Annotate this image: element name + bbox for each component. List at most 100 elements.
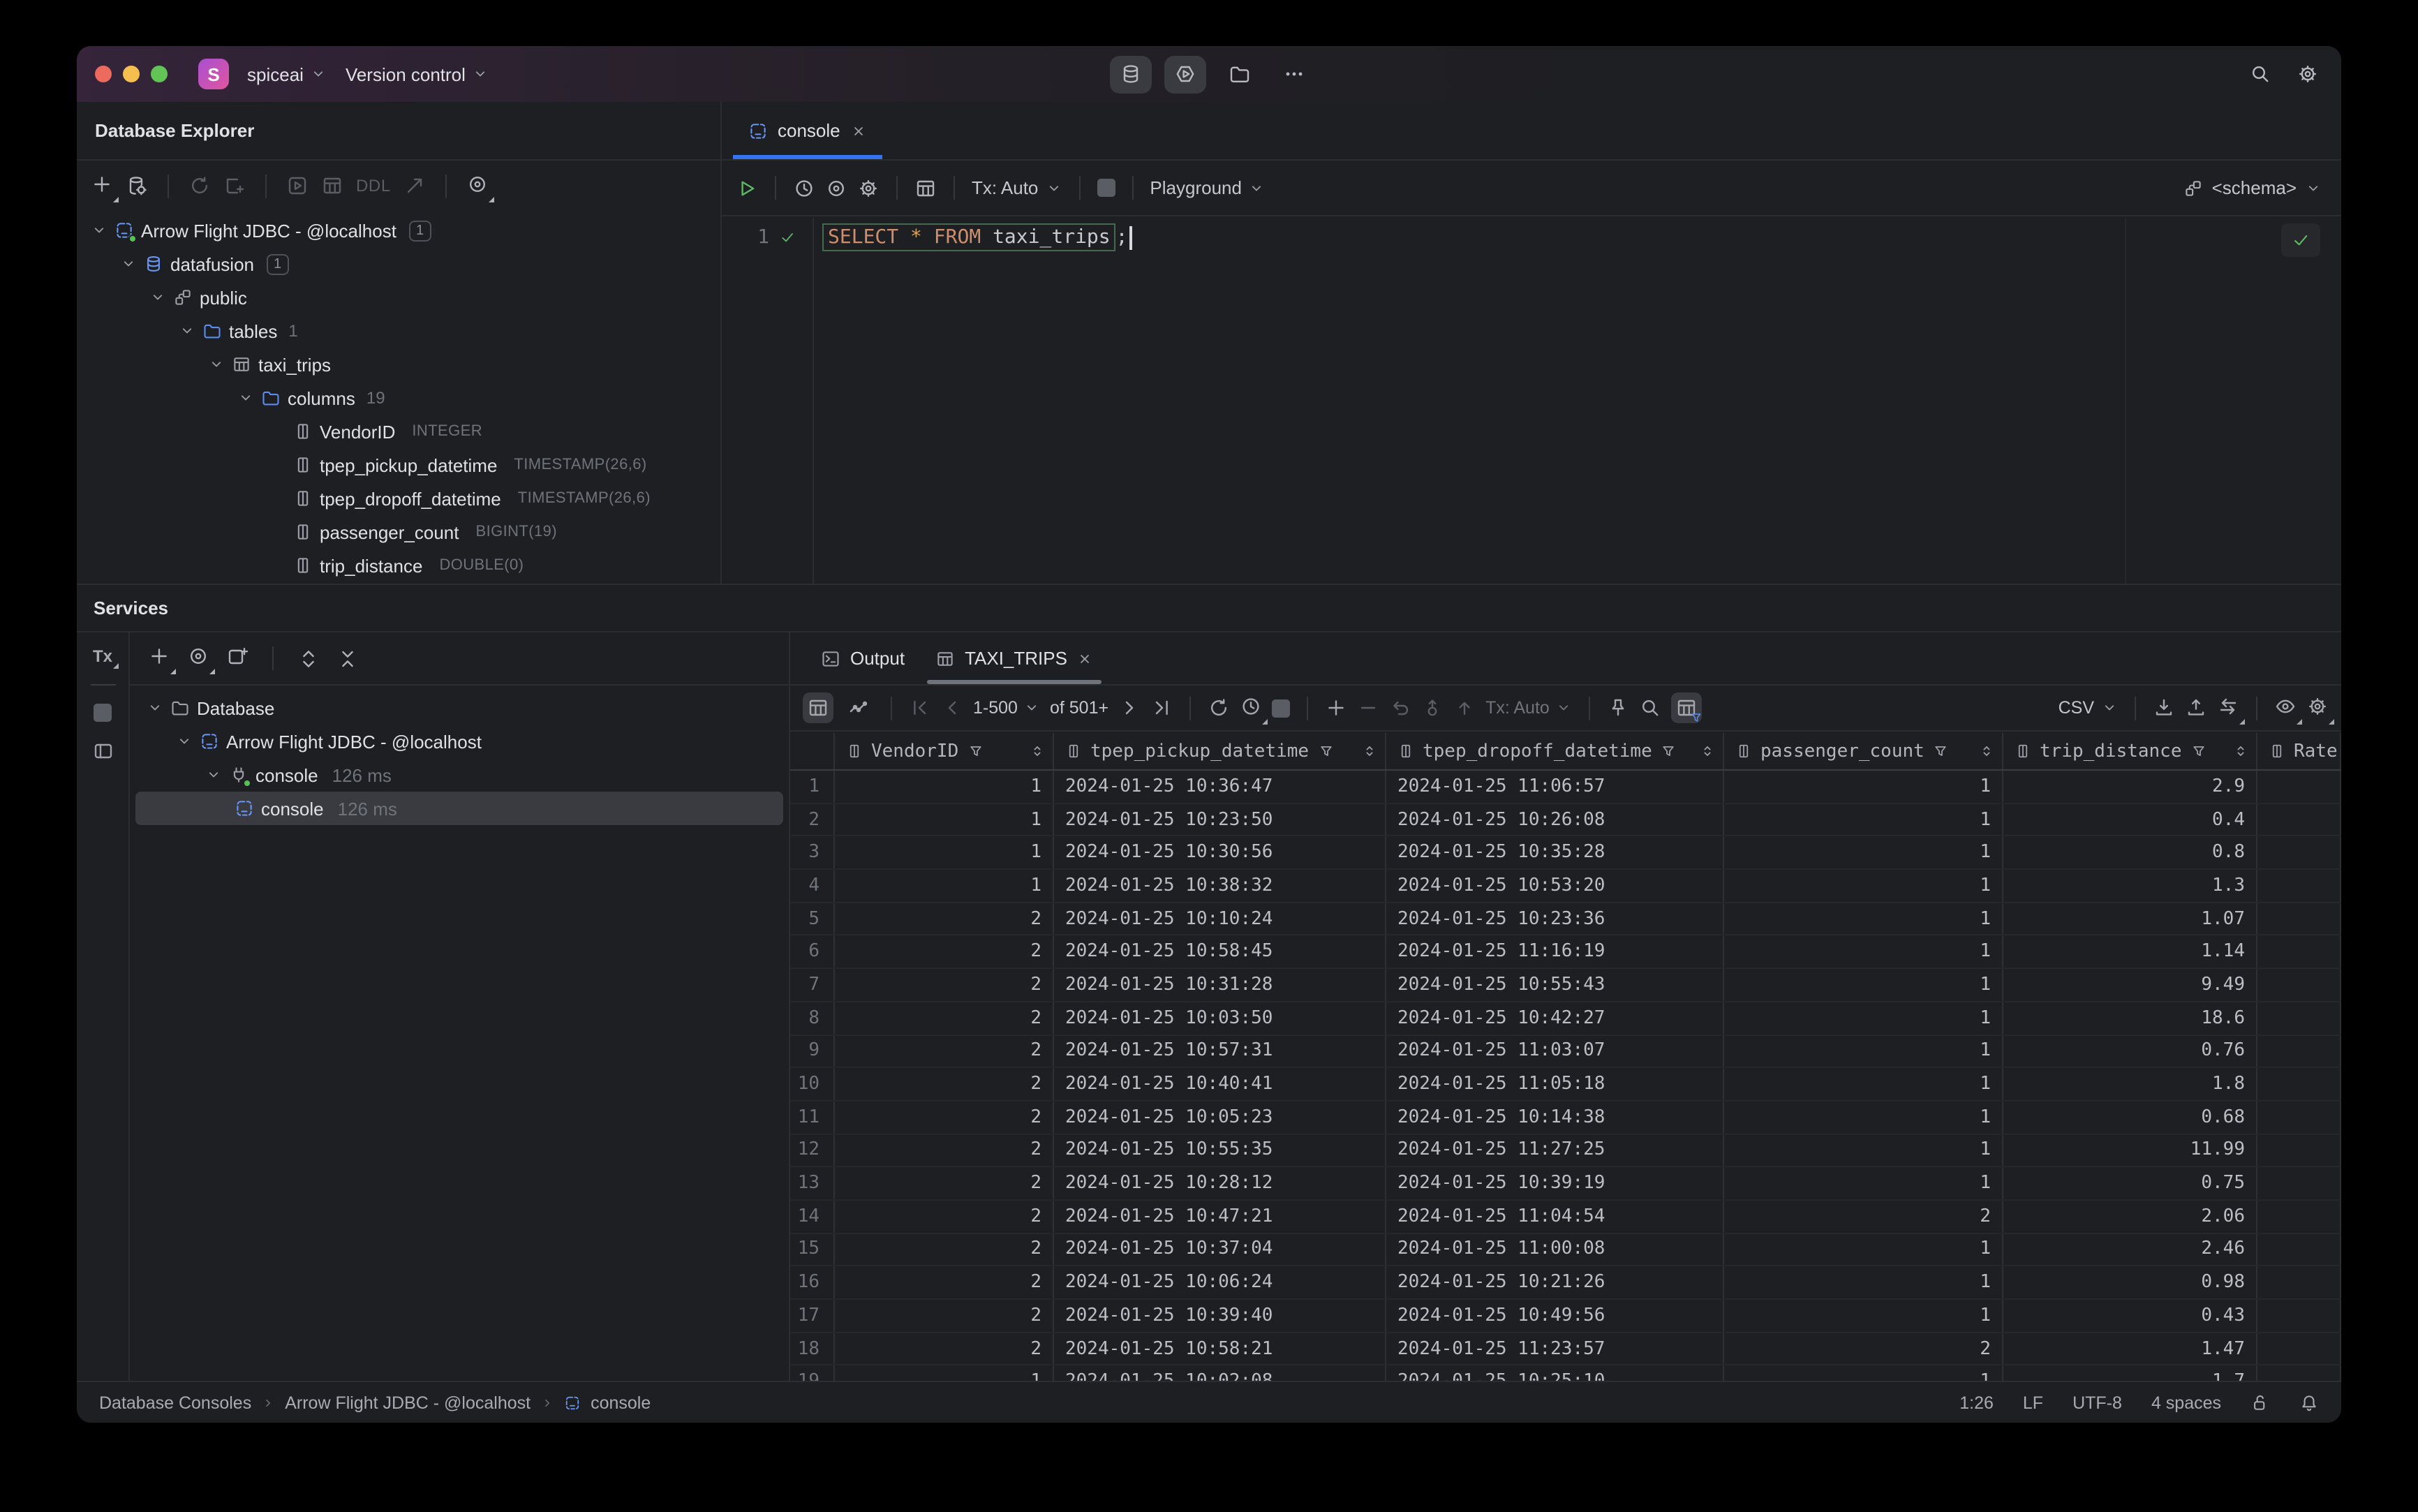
console-settings-icon[interactable] [857, 177, 880, 199]
chevron-down-icon[interactable] [176, 733, 193, 750]
tree-item-column-vendorid[interactable]: VendorID INTEGER [77, 415, 720, 448]
tree-item-column-passenger[interactable]: passenger_count BIGINT(19) [77, 515, 720, 549]
row-number[interactable]: 5 [790, 903, 835, 935]
table-row[interactable]: 19 1 2024-01-25 10:02:08 2024-01-25 10:2… [790, 1365, 2341, 1381]
settings-gear-icon[interactable] [2297, 63, 2319, 85]
cell-pickup-datetime[interactable]: 2024-01-25 10:55:35 [1054, 1134, 1386, 1166]
filter-funnel-icon[interactable] [1661, 743, 1677, 759]
cell-pickup-datetime[interactable]: 2024-01-25 10:36:47 [1054, 771, 1386, 803]
cell-dropoff-datetime[interactable]: 2024-01-25 10:53:20 [1386, 870, 1724, 902]
find-icon[interactable] [1639, 697, 1661, 719]
sort-icon[interactable] [1361, 743, 1378, 759]
table-row[interactable]: 6 2 2024-01-25 10:58:45 2024-01-25 11:16… [790, 935, 2341, 970]
cell-trip-distance[interactable]: 1.14 [2003, 935, 2257, 968]
tab-console[interactable]: console [733, 102, 882, 159]
cell-pickup-datetime[interactable]: 2024-01-25 10:05:23 [1054, 1101, 1386, 1134]
cell-vendorid[interactable]: 1 [835, 803, 1054, 836]
cell-rate[interactable] [2257, 1333, 2341, 1365]
table-row[interactable]: 16 2 2024-01-25 10:06:24 2024-01-25 10:2… [790, 1266, 2341, 1300]
code-editor[interactable]: 1 SELECT * FROM taxi_trips; [722, 218, 2341, 584]
next-page-icon[interactable] [1118, 697, 1141, 719]
indent-setting[interactable]: 4 spaces [2151, 1393, 2221, 1412]
cell-vendorid[interactable]: 2 [835, 1101, 1054, 1134]
cell-pickup-datetime[interactable]: 2024-01-25 10:58:21 [1054, 1333, 1386, 1365]
cell-trip-distance[interactable]: 0.4 [2003, 803, 2257, 836]
cell-rate[interactable] [2257, 771, 2341, 803]
sort-icon[interactable] [1699, 743, 1716, 759]
table-row[interactable]: 8 2 2024-01-25 10:03:50 2024-01-25 10:42… [790, 1002, 2341, 1035]
cell-passenger-count[interactable]: 1 [1724, 1035, 2003, 1067]
stop-button[interactable] [1097, 179, 1115, 197]
inspection-status-widget[interactable] [2281, 223, 2320, 257]
cell-dropoff-datetime[interactable]: 2024-01-25 10:55:43 [1386, 969, 1724, 1001]
table-row[interactable]: 18 2 2024-01-25 10:58:21 2024-01-25 11:2… [790, 1333, 2341, 1366]
tx-mode-dropdown[interactable]: Tx: Auto [972, 177, 1062, 198]
pin-tab-icon[interactable] [1607, 697, 1629, 719]
cell-passenger-count[interactable]: 1 [1724, 1134, 2003, 1166]
import-icon[interactable] [2153, 697, 2175, 719]
cell-vendorid[interactable]: 2 [835, 1333, 1054, 1365]
row-number[interactable]: 16 [790, 1266, 835, 1298]
table-row[interactable]: 15 2 2024-01-25 10:37:04 2024-01-25 11:0… [790, 1233, 2341, 1267]
row-number[interactable]: 14 [790, 1200, 835, 1233]
previous-page-icon[interactable] [941, 697, 963, 719]
ddl-button[interactable]: DDL [356, 176, 391, 195]
schema-selector[interactable]: <schema> [2184, 177, 2322, 198]
new-console-icon[interactable] [223, 175, 246, 197]
cell-pickup-datetime[interactable]: 2024-01-25 10:03:50 [1054, 1002, 1386, 1034]
cell-dropoff-datetime[interactable]: 2024-01-25 11:16:19 [1386, 935, 1724, 968]
export-format-dropdown[interactable]: CSV [2059, 698, 2118, 718]
compare-button[interactable] [2217, 695, 2245, 724]
table-row[interactable]: 9 2 2024-01-25 10:57:31 2024-01-25 11:03… [790, 1035, 2341, 1069]
table-row[interactable]: 2 1 2024-01-25 10:23:50 2024-01-25 10:26… [790, 803, 2341, 837]
cell-pickup-datetime[interactable]: 2024-01-25 10:06:24 [1054, 1266, 1386, 1298]
cell-dropoff-datetime[interactable]: 2024-01-25 11:27:25 [1386, 1134, 1724, 1166]
cell-vendorid[interactable]: 2 [835, 1233, 1054, 1266]
cell-rate[interactable] [2257, 1300, 2341, 1332]
cell-trip-distance[interactable]: 2.06 [2003, 1200, 2257, 1233]
cell-passenger-count[interactable]: 1 [1724, 969, 2003, 1001]
cell-pickup-datetime[interactable]: 2024-01-25 10:23:50 [1054, 803, 1386, 836]
cell-pickup-datetime[interactable]: 2024-01-25 10:40:41 [1054, 1068, 1386, 1100]
row-number[interactable]: 1 [790, 771, 835, 803]
sort-icon[interactable] [1029, 743, 1046, 759]
cell-rate[interactable] [2257, 903, 2341, 935]
cell-rate[interactable] [2257, 1233, 2341, 1266]
table-row[interactable]: 14 2 2024-01-25 10:47:21 2024-01-25 11:0… [790, 1200, 2341, 1234]
column-header-rate[interactable]: Rate [2257, 733, 2341, 769]
query-history-icon[interactable] [793, 177, 815, 199]
collapse-all-icon[interactable] [336, 647, 359, 669]
cell-vendorid[interactable]: 2 [835, 1134, 1054, 1166]
cell-dropoff-datetime[interactable]: 2024-01-25 10:35:28 [1386, 836, 1724, 869]
service-item-datasource[interactable]: Arrow Flight JDBC - @localhost [130, 725, 789, 758]
cell-dropoff-datetime[interactable]: 2024-01-25 10:21:26 [1386, 1266, 1724, 1298]
cell-pickup-datetime[interactable]: 2024-01-25 10:31:28 [1054, 969, 1386, 1001]
table-row[interactable]: 4 1 2024-01-25 10:38:32 2024-01-25 10:53… [790, 870, 2341, 903]
stop-button[interactable] [1272, 699, 1291, 717]
project-menu[interactable]: spiceai [247, 64, 327, 84]
cell-vendorid[interactable]: 2 [835, 935, 1054, 968]
row-number[interactable]: 18 [790, 1333, 835, 1365]
column-header-distance[interactable]: trip_distance [2003, 733, 2257, 769]
minimize-window-button[interactable] [123, 66, 140, 82]
cell-vendorid[interactable]: 1 [835, 771, 1054, 803]
tree-item-schema[interactable]: public [77, 281, 720, 314]
open-in-new-button[interactable] [226, 645, 249, 672]
notifications-bell-icon[interactable] [2299, 1393, 2319, 1412]
chevron-down-icon[interactable] [120, 255, 137, 272]
row-number[interactable]: 10 [790, 1068, 835, 1100]
datasource-properties-icon[interactable] [126, 175, 148, 197]
cell-trip-distance[interactable]: 0.43 [2003, 1300, 2257, 1332]
cell-passenger-count[interactable]: 1 [1724, 870, 2003, 902]
cell-passenger-count[interactable]: 1 [1724, 1365, 2003, 1381]
cell-pickup-datetime[interactable]: 2024-01-25 10:10:24 [1054, 903, 1386, 935]
filter-panel-button[interactable] [1670, 692, 1702, 723]
cell-trip-distance[interactable]: 2.46 [2003, 1233, 2257, 1266]
cell-rate[interactable] [2257, 1266, 2341, 1298]
submit-icon[interactable] [1453, 697, 1476, 719]
table-row[interactable]: 13 2 2024-01-25 10:28:12 2024-01-25 10:3… [790, 1167, 2341, 1201]
tx-strip-button[interactable]: Tx [93, 646, 119, 669]
open-query-console-icon[interactable] [286, 175, 309, 197]
chevron-down-icon[interactable] [237, 390, 254, 406]
cell-rate[interactable] [2257, 870, 2341, 902]
